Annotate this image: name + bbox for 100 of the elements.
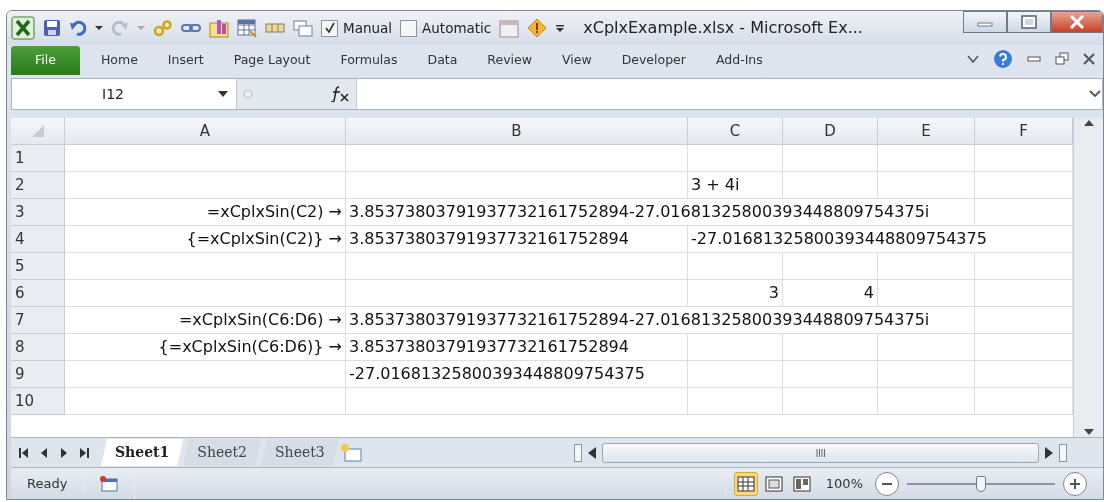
table-cell[interactable]: 3.85373803791937732161752894 (346, 226, 688, 253)
scrollbar-thumb[interactable] (602, 442, 1039, 463)
minimize-icon[interactable] (1027, 56, 1041, 62)
redo-icon[interactable] (111, 19, 129, 37)
column-header[interactable]: B (346, 118, 688, 145)
customize-toolbar-icon[interactable] (555, 23, 566, 33)
table-icon[interactable] (237, 18, 257, 38)
select-all-icon[interactable] (31, 125, 44, 137)
slider-thumb[interactable] (976, 475, 986, 492)
row-header[interactable]: 3 (11, 199, 65, 226)
vertical-scrollbar[interactable] (1073, 118, 1103, 437)
chart-table-icon[interactable] (209, 18, 229, 38)
expand-ribbon-icon[interactable] (967, 54, 979, 64)
table-cell[interactable] (346, 172, 688, 199)
table-cell[interactable]: {=xCplxSin(C6:D6)} → (65, 334, 346, 361)
close-button[interactable] (1051, 11, 1103, 33)
undo-icon[interactable] (69, 19, 87, 37)
table-cell[interactable] (346, 280, 688, 307)
gears-icon[interactable] (153, 19, 173, 37)
table-cell[interactable] (65, 145, 346, 172)
row-header[interactable]: 9 (11, 361, 65, 388)
row-header[interactable]: 5 (11, 253, 65, 280)
scroll-left-icon[interactable] (588, 446, 596, 459)
file-tab[interactable]: File (11, 46, 80, 75)
ribbon-tab[interactable]: Review (472, 46, 547, 75)
cells-icon[interactable] (265, 22, 285, 34)
table-cell[interactable] (878, 334, 975, 361)
restore-icon[interactable] (1055, 52, 1069, 66)
table-cell[interactable] (975, 334, 1073, 361)
table-cell[interactable] (65, 280, 346, 307)
row-header[interactable]: 8 (11, 334, 65, 361)
sheet-tab[interactable]: Sheet1 (101, 439, 184, 466)
help-icon[interactable] (993, 49, 1013, 69)
column-header[interactable]: A (65, 118, 346, 145)
checkbox[interactable] (400, 19, 418, 37)
ribbon-tab[interactable]: Home (85, 46, 153, 75)
table-cell[interactable] (783, 172, 878, 199)
row-header[interactable]: 1 (11, 145, 65, 172)
ribbon-tab[interactable]: Data (412, 46, 473, 75)
zoom-in-button[interactable] (1063, 471, 1087, 496)
link-icon[interactable] (181, 22, 201, 34)
table-cell[interactable] (65, 388, 346, 415)
grid-view-button[interactable] (733, 471, 758, 496)
table-cell[interactable] (346, 388, 688, 415)
table-cell[interactable] (783, 361, 878, 388)
table-cell[interactable] (878, 172, 975, 199)
table-cell[interactable] (783, 253, 878, 280)
row-header[interactable]: 2 (11, 172, 65, 199)
table-cell[interactable] (975, 172, 1073, 199)
insert-sheet-icon[interactable] (338, 442, 363, 463)
table-cell[interactable] (346, 253, 688, 280)
table-cell[interactable] (975, 145, 1073, 172)
spreadsheet-app-icon[interactable] (11, 16, 35, 40)
table-cell[interactable] (65, 361, 346, 388)
table-cell[interactable] (65, 253, 346, 280)
table-cell[interactable]: 3 (688, 280, 783, 307)
minimize-button[interactable] (963, 11, 1007, 33)
table-cell[interactable] (975, 253, 1073, 280)
zoom-out-button[interactable] (875, 471, 899, 496)
ribbon-tab[interactable]: Page Layout (218, 46, 326, 75)
table-cell[interactable] (688, 361, 783, 388)
table-cell[interactable] (878, 361, 975, 388)
column-header[interactable]: C (688, 118, 783, 145)
next-sheet-icon[interactable] (59, 446, 69, 459)
table-cell[interactable] (65, 172, 346, 199)
table-cell[interactable] (975, 307, 1073, 334)
close-icon[interactable] (1083, 53, 1095, 65)
table-cell[interactable] (975, 388, 1073, 415)
table-cell[interactable] (688, 388, 783, 415)
split-handle-icon[interactable] (574, 443, 582, 462)
table-cell[interactable] (346, 145, 688, 172)
scroll-up-icon[interactable] (1082, 118, 1095, 128)
row-header[interactable]: 7 (11, 307, 65, 334)
split-handle-icon[interactable] (1059, 443, 1067, 462)
table-cell[interactable]: =xCplxSin(C2) → (65, 199, 346, 226)
row-header[interactable]: 4 (11, 226, 65, 253)
table-cell[interactable] (975, 361, 1073, 388)
table-cell[interactable]: -27.01681325800393448809754375 (346, 361, 688, 388)
table-cell[interactable] (878, 388, 975, 415)
checkbox[interactable] (321, 19, 338, 37)
windows-icon[interactable] (293, 19, 313, 37)
table-cell[interactable]: {=xCplxSin(C2)} → (65, 226, 346, 253)
dropdown-icon[interactable] (95, 25, 103, 31)
table-cell[interactable] (783, 334, 878, 361)
scroll-right-icon[interactable] (1045, 446, 1053, 459)
last-sheet-icon[interactable] (79, 446, 89, 459)
ribbon-tab[interactable]: Developer (606, 46, 701, 75)
table-cell[interactable] (783, 388, 878, 415)
table-cell[interactable] (688, 334, 783, 361)
table-cell[interactable] (783, 145, 878, 172)
table-cell[interactable] (975, 280, 1073, 307)
warning-icon[interactable] (527, 18, 548, 38)
table-cell[interactable] (975, 199, 1073, 226)
sheet-tab[interactable]: Sheet2 (183, 439, 262, 466)
table-cell[interactable] (688, 145, 783, 172)
calendar-icon[interactable] (499, 18, 520, 38)
maximize-button[interactable] (1007, 11, 1051, 33)
macro-record-icon[interactable] (100, 475, 119, 492)
table-cell[interactable]: 3.85373803791937732161752894-27.01681325800393448809754375i (346, 199, 975, 226)
table-cell[interactable]: 3.85373803791937732161752894 (346, 334, 688, 361)
